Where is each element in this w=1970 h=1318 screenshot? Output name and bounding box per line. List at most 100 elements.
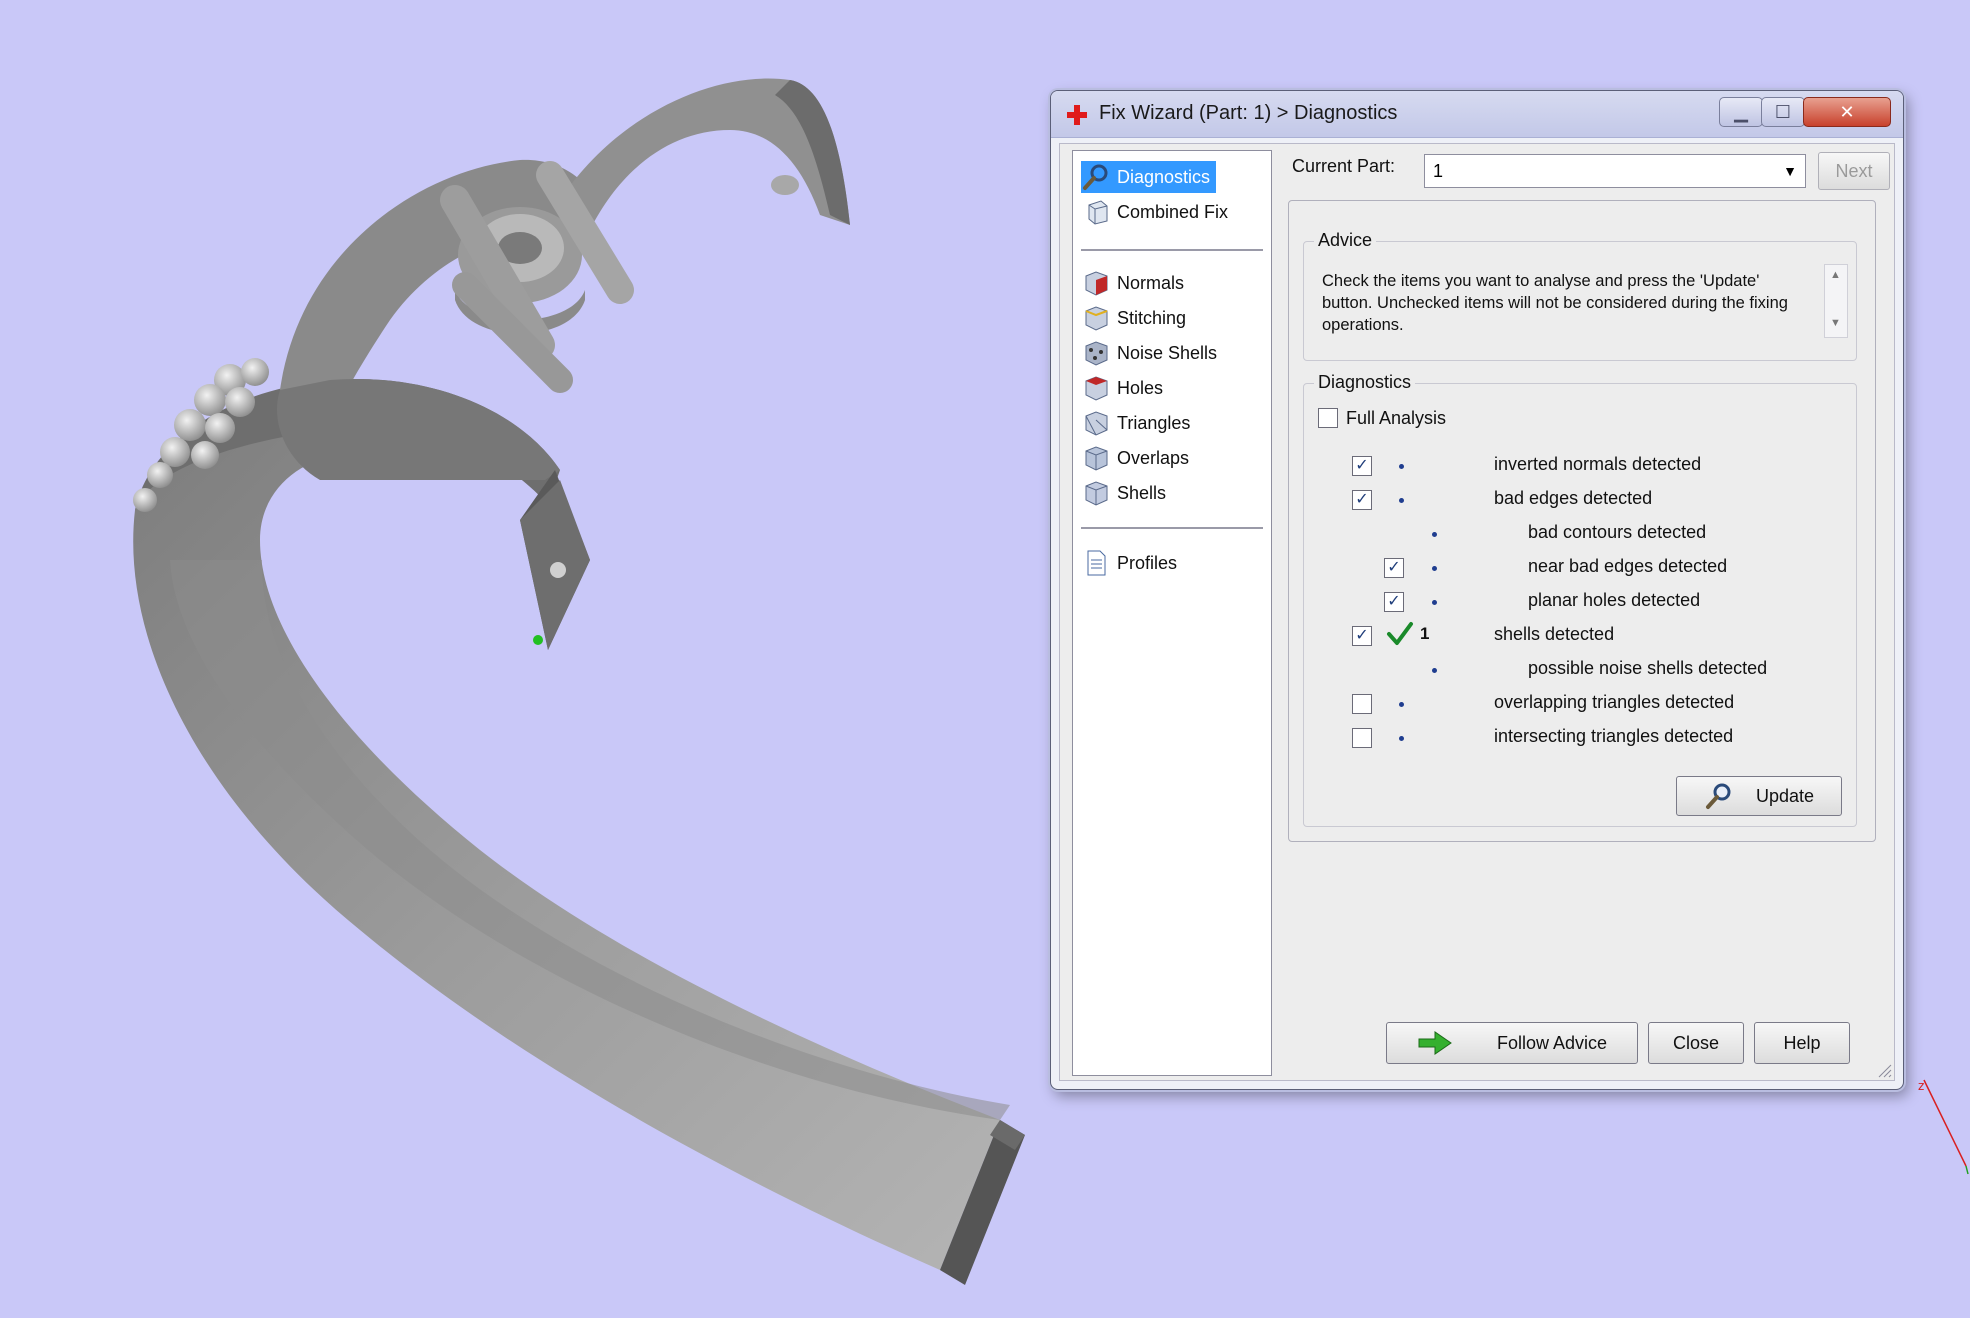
cube-overlaps-icon	[1085, 446, 1108, 471]
resize-grip-icon[interactable]	[1876, 1062, 1892, 1078]
diagnostics-page: Advice Check the items you want to analy…	[1288, 200, 1876, 842]
noise-shells-label: possible noise shells detected	[1528, 658, 1768, 678]
nav-item-profiles[interactable]: Profiles	[1081, 547, 1177, 579]
cube-stitching-icon	[1085, 306, 1108, 331]
nav-item-combined-fix[interactable]: Combined Fix	[1081, 196, 1228, 228]
current-part-value: 1	[1433, 161, 1444, 181]
update-button-label: Update	[1755, 785, 1815, 806]
overlapping-triangles-label: overlapping triangles detected	[1494, 692, 1735, 712]
update-button[interactable]: Update	[1676, 776, 1842, 816]
nav-label: Profiles	[1117, 552, 1178, 573]
nav-label: Triangles	[1117, 412, 1191, 433]
nav-item-shells[interactable]: Shells	[1081, 477, 1166, 509]
status-dot	[1432, 532, 1437, 537]
overlapping-triangles-checkbox[interactable]	[1352, 694, 1372, 714]
status-dot	[1399, 736, 1404, 741]
intersecting-triangles-checkbox[interactable]	[1352, 728, 1372, 748]
bad-contours-label: bad contours detected	[1528, 522, 1707, 542]
advice-title: Advice	[1314, 230, 1377, 251]
next-button-label: Next	[1835, 160, 1873, 181]
near-bad-edges-label: near bad edges detected	[1528, 556, 1728, 576]
cube-holes-icon	[1085, 376, 1108, 401]
document-icon	[1087, 550, 1106, 576]
nav-label: Combined Fix	[1117, 201, 1229, 222]
status-dot	[1399, 702, 1404, 707]
full-analysis-checkbox[interactable]	[1318, 408, 1338, 428]
chevron-down-icon: ▼	[1783, 163, 1797, 179]
nav-label: Stitching	[1117, 307, 1187, 328]
minimize-button[interactable]: ▁	[1719, 97, 1763, 127]
status-dot	[1432, 566, 1437, 571]
magnifier-icon	[1083, 164, 1108, 190]
nav-separator	[1081, 527, 1263, 529]
maximize-button[interactable]: ☐	[1761, 97, 1805, 127]
dialog-content: Diagnostics Combined Fix Normals Stitchi…	[1059, 143, 1895, 1081]
inverted-normals-checkbox[interactable]: ✓	[1352, 456, 1372, 476]
status-dot	[1432, 668, 1437, 673]
close-button[interactable]: Close	[1648, 1022, 1744, 1064]
nav-item-overlaps[interactable]: Overlaps	[1081, 442, 1189, 474]
ring-model[interactable]	[133, 78, 1025, 1286]
advice-text: Check the items you want to analyse and …	[1322, 272, 1788, 334]
shells-label: shells detected	[1494, 624, 1615, 644]
planar-holes-label: planar holes detected	[1528, 590, 1701, 610]
help-button[interactable]: Help	[1754, 1022, 1850, 1064]
full-analysis-label: Full Analysis	[1346, 408, 1447, 428]
nav-item-stitching[interactable]: Stitching	[1081, 302, 1186, 334]
arrow-right-icon	[1418, 1031, 1452, 1055]
svg-text:z: z	[1918, 1079, 1924, 1093]
near-bad-edges-checkbox[interactable]: ✓	[1384, 558, 1404, 578]
cube-noise-icon	[1085, 341, 1108, 366]
advice-group: Advice Check the items you want to analy…	[1303, 230, 1857, 361]
cube-triangles-icon	[1085, 411, 1108, 436]
status-dot	[1432, 600, 1437, 605]
checkmark-ok-icon	[1387, 622, 1413, 645]
intersecting-triangles-label: intersecting triangles detected	[1494, 726, 1734, 746]
window-title: Fix Wizard (Part: 1) > Diagnostics	[1099, 102, 1398, 124]
cube-red-face-icon	[1085, 271, 1108, 296]
nav-item-normals[interactable]: Normals	[1081, 267, 1184, 299]
close-button-label: Close	[1672, 1032, 1720, 1053]
minimize-icon: ▁	[1734, 101, 1748, 122]
cube-icon	[1088, 200, 1108, 225]
diagnostics-group: Diagnostics Full Analysis ✓ inverted nor…	[1303, 372, 1857, 827]
nav-item-holes[interactable]: Holes	[1081, 372, 1163, 404]
nav-label: Overlaps	[1117, 447, 1190, 468]
planar-holes-checkbox[interactable]: ✓	[1384, 592, 1404, 612]
close-icon: ✕	[1839, 101, 1855, 122]
bad-edges-checkbox[interactable]: ✓	[1352, 490, 1372, 510]
inverted-normals-label: inverted normals detected	[1494, 454, 1702, 474]
nav-item-triangles[interactable]: Triangles	[1081, 407, 1190, 439]
scroll-up-icon[interactable]: ▲	[1830, 269, 1841, 281]
nav-label: Noise Shells	[1117, 342, 1218, 363]
diagnostics-title: Diagnostics	[1314, 372, 1416, 393]
red-cross-icon	[1067, 105, 1087, 125]
nav-label: Holes	[1117, 377, 1164, 398]
nav-label: Shells	[1117, 482, 1167, 503]
scroll-down-icon[interactable]: ▼	[1830, 317, 1841, 329]
close-window-button[interactable]: ✕	[1803, 97, 1891, 127]
title-bar[interactable]: Fix Wizard (Part: 1) > Diagnostics ▁ ☐ ✕	[1051, 91, 1903, 138]
nav-label: Normals	[1117, 272, 1185, 293]
shells-checkbox[interactable]: ✓	[1352, 626, 1372, 646]
current-part-select[interactable]: 1 ▼	[1424, 154, 1806, 188]
magnifier-icon	[1705, 783, 1731, 809]
maximize-icon: ☐	[1774, 101, 1792, 122]
nav-item-noise-shells[interactable]: Noise Shells	[1081, 337, 1217, 369]
axis-triad-icon: z	[1918, 1079, 1969, 1175]
wizard-nav-list: Diagnostics Combined Fix Normals Stitchi…	[1072, 150, 1272, 1076]
fix-wizard-dialog: Fix Wizard (Part: 1) > Diagnostics ▁ ☐ ✕…	[1050, 90, 1904, 1090]
status-dot	[1399, 464, 1404, 469]
help-button-label: Help	[1783, 1032, 1821, 1053]
shells-count: 1	[1420, 624, 1430, 643]
advice-scrollbar[interactable]: ▲ ▼	[1824, 264, 1848, 338]
nav-item-diagnostics[interactable]: Diagnostics	[1081, 161, 1217, 193]
follow-advice-button[interactable]: Follow Advice	[1386, 1022, 1638, 1064]
status-dot	[1399, 498, 1404, 503]
nav-label: Diagnostics	[1117, 166, 1211, 187]
bad-edges-label: bad edges detected	[1494, 488, 1653, 508]
next-button[interactable]: Next	[1818, 152, 1890, 190]
current-part-label: Current Part:	[1292, 156, 1396, 176]
nav-separator	[1081, 249, 1263, 251]
follow-advice-label: Follow Advice	[1496, 1032, 1608, 1053]
